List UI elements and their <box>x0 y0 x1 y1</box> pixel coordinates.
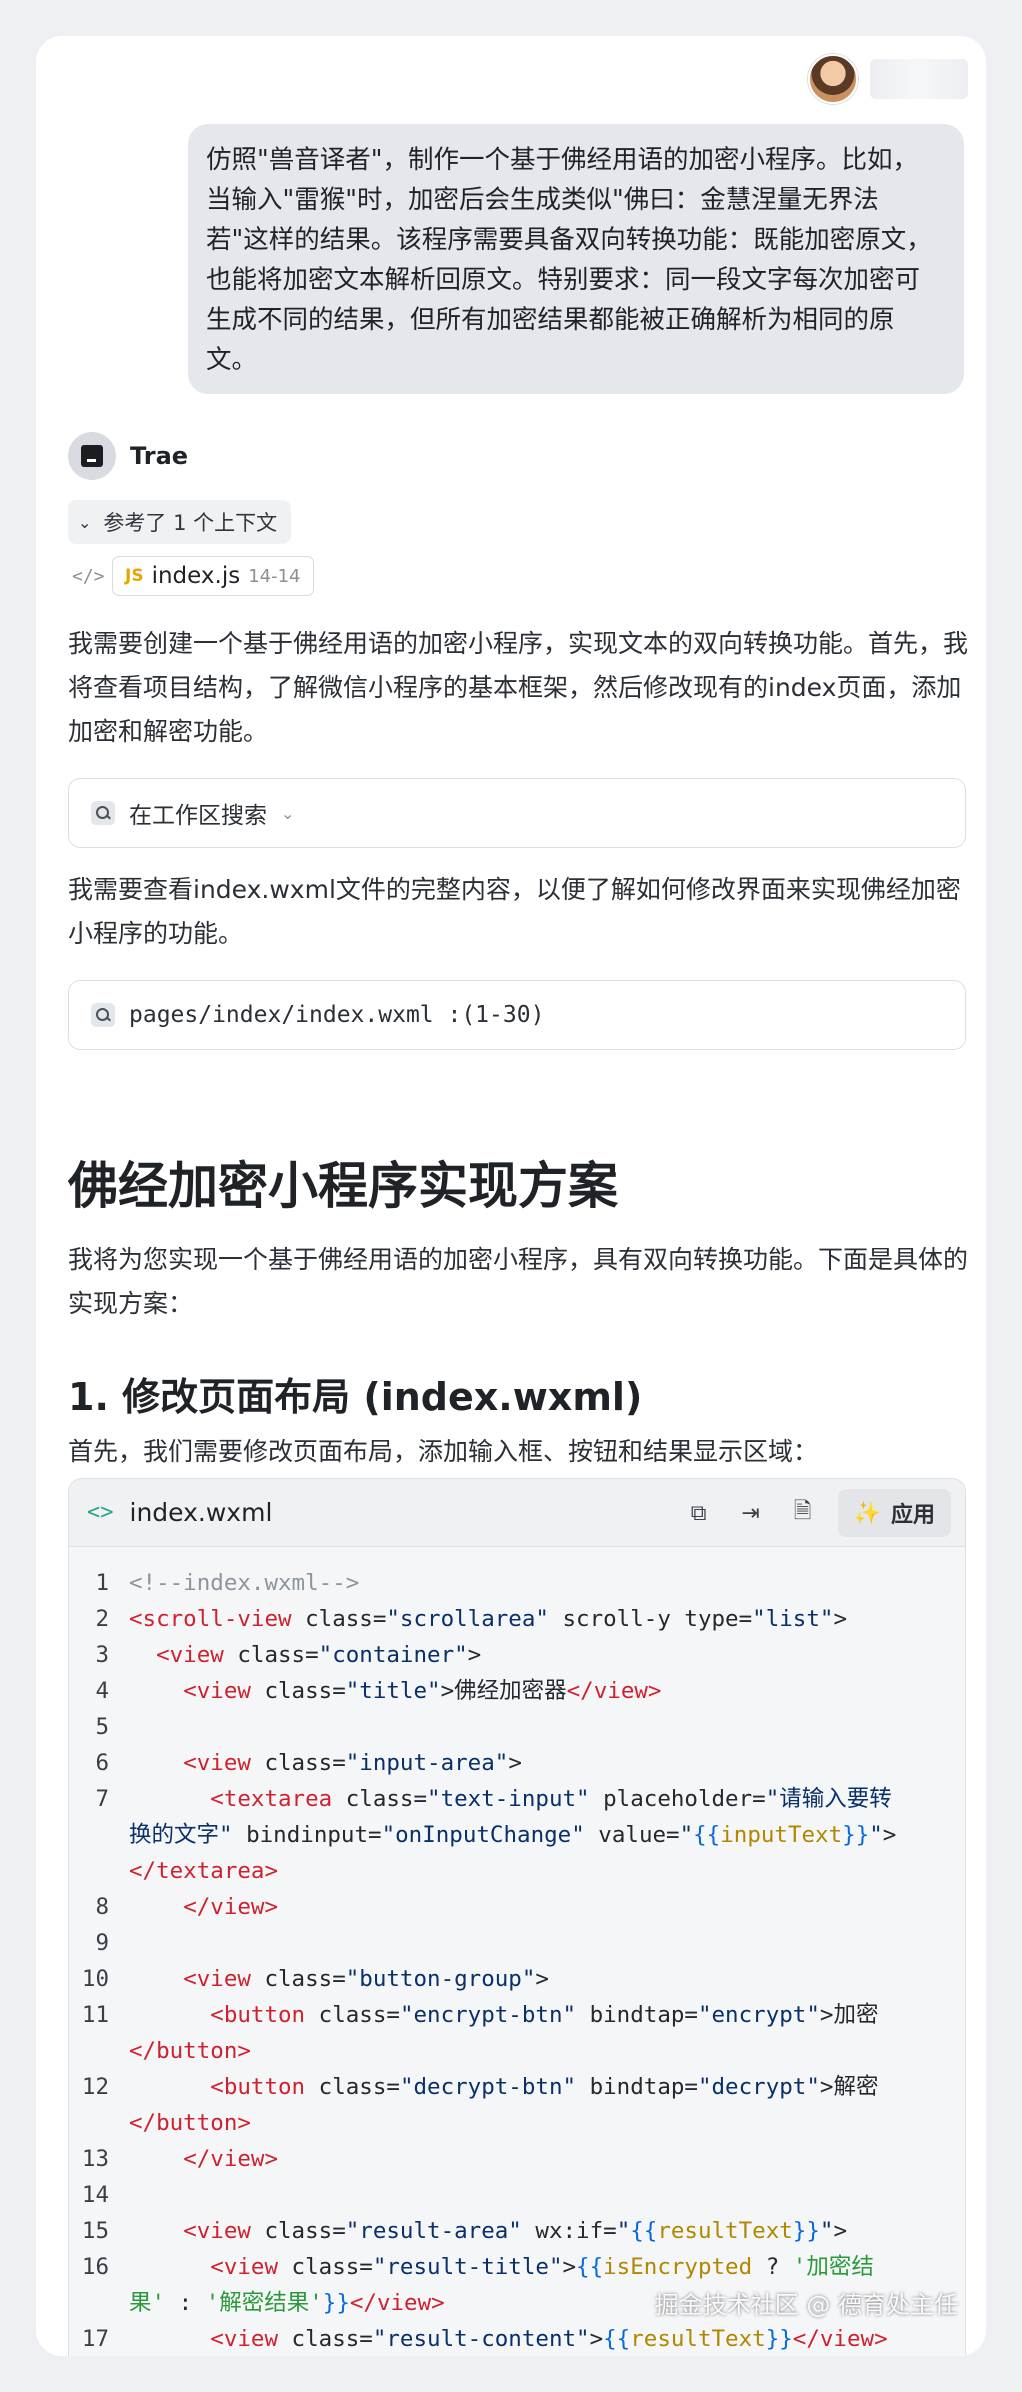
trae-logo-icon <box>68 432 116 480</box>
line-number: 2 <box>95 1606 109 1632</box>
line-number: 3 <box>95 1642 109 1668</box>
code-line: 10 <view class="button-group"> <box>69 1961 965 1997</box>
code-line: 9 <box>69 1925 965 1961</box>
code-line: 4 <view class="title">佛经加密器</view> <box>69 1673 965 1709</box>
line-number: 8 <box>95 1894 109 1920</box>
code-text: <button class="encrypt-btn" bindtap="enc… <box>129 2002 879 2064</box>
tool-call-label: 在工作区搜索 <box>129 803 267 829</box>
context-file-range: 14-14 <box>248 565 301 587</box>
code-line: 17 <view class="result-content">{{result… <box>69 2321 965 2356</box>
user-message: 仿照"兽音译者"，制作一个基于佛经用语的加密小程序。比如，当输入"雷猴"时，加密… <box>188 124 964 394</box>
code-text: </view> <box>183 2146 279 2172</box>
code-line: 6 <view class="input-area"> <box>69 1745 965 1781</box>
code-line: 15 <view class="result-area" wx:if="{{re… <box>69 2213 965 2249</box>
code-line: 14 <box>69 2177 965 2213</box>
tool-call-search[interactable]: 在工作区搜索 ⌄ <box>68 778 966 848</box>
code-text: <view class="input-area"> <box>183 1750 522 1776</box>
code-line: 13 </view> <box>69 2141 965 2177</box>
assistant-paragraph-4: 首先，我们需要修改页面布局，添加输入框、按钮和结果显示区域： <box>68 1437 819 1466</box>
tool-call-read-file[interactable]: pages/index/index.wxml :(1-30) <box>68 980 966 1050</box>
code-text: </view> <box>183 1894 279 1920</box>
line-number: 9 <box>95 1930 109 1956</box>
insert-icon[interactable]: ⇥ <box>734 1496 768 1530</box>
line-number: 14 <box>81 2182 109 2208</box>
tool-call-label: pages/index/index.wxml :(1-30) <box>129 1002 545 1028</box>
new-file-icon[interactable]: 🗎 <box>786 1496 820 1530</box>
context-file-name: index.js <box>151 563 241 589</box>
line-number: 16 <box>81 2254 109 2280</box>
subsection-heading: 1. 修改页面布局 (index.wxml) <box>68 1375 643 1419</box>
code-line: 12 <button class="decrypt-btn" bindtap="… <box>69 2069 965 2141</box>
chat-panel: 仿照"兽音译者"，制作一个基于佛经用语的加密小程序。比如，当输入"雷猴"时，加密… <box>36 36 986 2356</box>
js-file-icon: JS <box>125 566 144 586</box>
code-icon: </> <box>72 565 105 587</box>
assistant-paragraph-1: 我需要创建一个基于佛经用语的加密小程序，实现文本的双向转换功能。首先，我将查看项… <box>68 629 969 746</box>
assistant-paragraph-2: 我需要查看index.wxml文件的完整内容，以便了解如何修改界面来实现佛经加密… <box>68 875 961 948</box>
copy-icon[interactable]: ⧉ <box>682 1496 716 1530</box>
magic-wand-icon: ✨ <box>853 1500 881 1526</box>
code-line: 2 <scroll-view class="scrollarea" scroll-… <box>69 1601 965 1637</box>
code-text: <view class="button-group"> <box>183 1966 549 1992</box>
code-text: <view class="result-area" wx:if="{{resul… <box>183 2218 847 2244</box>
chevron-down-icon: ⌄ <box>281 803 295 823</box>
code-text: <view class="result-content">{{resultTex… <box>210 2326 888 2352</box>
line-number: 5 <box>95 1714 109 1740</box>
code-line: 1 <!--index.wxml--> <box>69 1565 965 1601</box>
context-file-chip[interactable]: JS index.js 14-14 <box>112 556 314 596</box>
code-text: <scroll-view class="scrollarea" scroll-y… <box>129 1606 847 1632</box>
line-number: 10 <box>81 1966 109 1992</box>
chevron-down-icon: ⌄ <box>78 512 92 532</box>
code-block: <> index.wxml ⧉ ⇥ 🗎 ✨ 应用 1 <!--index.wxml… <box>68 1478 966 2356</box>
line-number: 1 <box>95 1570 109 1596</box>
user-name-redacted <box>870 59 968 99</box>
code-icon: <> <box>87 1500 114 1525</box>
watermark: 掘金技术社区 @ 德育处主任 <box>654 2291 958 2319</box>
line-number: 13 <box>81 2146 109 2172</box>
code-line: 8 </view> <box>69 1889 965 1925</box>
code-body: 1 <!--index.wxml--> 2 <scroll-view class="… <box>69 1547 965 2356</box>
context-file-row: </> JS index.js 14-14 <box>72 556 314 596</box>
assistant-paragraph-3: 我将为您实现一个基于佛经用语的加密小程序，具有双向转换功能。下面是具体的实现方案… <box>68 1245 969 1318</box>
apply-button[interactable]: ✨ 应用 <box>837 1489 951 1537</box>
line-number: 11 <box>81 2002 109 2028</box>
line-number: 12 <box>81 2074 109 2100</box>
line-number: 15 <box>81 2218 109 2244</box>
user-avatar[interactable] <box>808 54 858 104</box>
section-heading: 佛经加密小程序实现方案 <box>68 1157 618 1215</box>
line-number: 7 <box>95 1786 109 1812</box>
code-line: 3 <view class="container"> <box>69 1637 965 1673</box>
line-number: 4 <box>95 1678 109 1704</box>
assistant-header: Trae <box>68 432 188 480</box>
code-text: <view class="title">佛经加密器</view> <box>183 1678 662 1704</box>
search-icon <box>91 801 115 825</box>
context-label: 参考了 1 个上下文 <box>103 511 278 535</box>
context-toggle[interactable]: ⌄ 参考了 1 个上下文 <box>68 500 292 544</box>
code-line: 11 <button class="encrypt-btn" bindtap="… <box>69 1997 965 2069</box>
user-header <box>808 54 968 104</box>
code-line: 7 <textarea class="text-input" placehold… <box>69 1781 965 1889</box>
apply-label: 应用 <box>890 1503 935 1528</box>
code-text: <textarea class="text-input" placeholder… <box>129 1786 897 1884</box>
code-filename: index.wxml <box>129 1498 273 1527</box>
code-text: <button class="decrypt-btn" bindtap="dec… <box>129 2074 879 2136</box>
code-toolbar: ⧉ ⇥ 🗎 ✨ 应用 <box>682 1489 951 1537</box>
search-icon <box>91 1003 115 1027</box>
code-text: <view class="container"> <box>156 1642 482 1668</box>
line-number: 6 <box>95 1750 109 1776</box>
code-block-header: <> index.wxml ⧉ ⇥ 🗎 ✨ 应用 <box>69 1479 965 1547</box>
assistant-name: Trae <box>130 442 189 470</box>
code-text: <!--index.wxml--> <box>129 1570 360 1596</box>
code-line: 5 <box>69 1709 965 1745</box>
line-number: 17 <box>81 2326 109 2352</box>
